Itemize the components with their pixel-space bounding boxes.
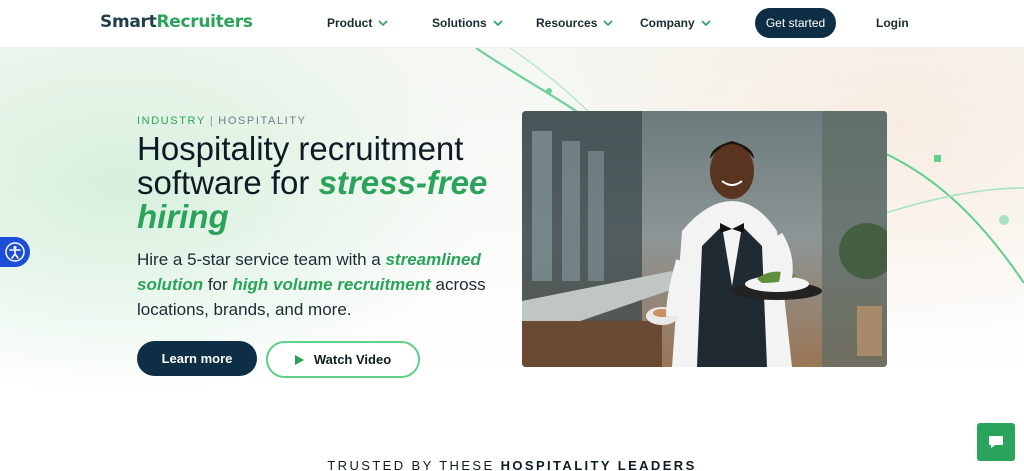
logo-part-smart: Smart bbox=[100, 12, 157, 32]
learn-more-button[interactable]: Learn more bbox=[137, 341, 257, 376]
nav-product-label: Product bbox=[327, 16, 373, 30]
trusted-by-heading: TRUSTED BY THESE HOSPITALITY LEADERS bbox=[0, 458, 1024, 471]
chat-bubble-icon bbox=[989, 436, 1003, 448]
hero-photo-waiter bbox=[522, 111, 887, 367]
eyebrow-industry: INDUSTRY bbox=[137, 115, 206, 127]
chevron-down-icon bbox=[701, 20, 711, 27]
watch-video-button[interactable]: Watch Video bbox=[266, 341, 420, 378]
nav-solutions-label: Solutions bbox=[432, 16, 487, 30]
hero-headline: Hospitality recruitment software for str… bbox=[137, 132, 517, 234]
sub-part-2: for bbox=[203, 275, 233, 294]
nav-resources-label: Resources bbox=[536, 16, 598, 30]
logo-part-recruiters: Recruiters bbox=[156, 12, 253, 32]
eyebrow-separator: | bbox=[209, 115, 215, 127]
industry-eyebrow: INDUSTRY | HOSPITALITY bbox=[137, 115, 307, 127]
waiter-illustration bbox=[522, 111, 887, 367]
get-started-button[interactable]: Get started bbox=[755, 8, 836, 38]
chevron-down-icon bbox=[603, 20, 613, 27]
watch-video-label: Watch Video bbox=[313, 352, 392, 367]
accessibility-button[interactable] bbox=[0, 237, 30, 267]
smartrecruiters-logo[interactable]: SmartRecruiters bbox=[100, 12, 253, 32]
top-nav: SmartRecruiters Product Solutions Resour… bbox=[0, 0, 1024, 48]
nav-company-label: Company bbox=[640, 16, 695, 30]
trusted-bold: HOSPITALITY LEADERS bbox=[500, 458, 697, 471]
play-icon bbox=[294, 354, 304, 365]
accessibility-icon bbox=[5, 242, 25, 262]
nav-resources[interactable]: Resources bbox=[536, 16, 613, 30]
trusted-plain: TRUSTED BY THESE bbox=[327, 458, 501, 471]
login-link[interactable]: Login bbox=[876, 16, 909, 30]
hero-subheadline: Hire a 5-star service team with a stream… bbox=[137, 247, 497, 322]
nav-product[interactable]: Product bbox=[327, 16, 388, 30]
nav-company[interactable]: Company bbox=[640, 16, 711, 30]
sub-emphasis-2: high volume recruitment bbox=[232, 275, 431, 294]
nav-solutions[interactable]: Solutions bbox=[432, 16, 503, 30]
hero-section: INDUSTRY | HOSPITALITY Hospitality recruit… bbox=[0, 48, 1024, 471]
eyebrow-hospitality: HOSPITALITY bbox=[218, 115, 307, 127]
sub-part-1: Hire a 5-star service team with a bbox=[137, 250, 386, 269]
chevron-down-icon bbox=[493, 20, 503, 27]
chevron-down-icon bbox=[378, 20, 388, 27]
chat-button[interactable] bbox=[977, 423, 1015, 461]
